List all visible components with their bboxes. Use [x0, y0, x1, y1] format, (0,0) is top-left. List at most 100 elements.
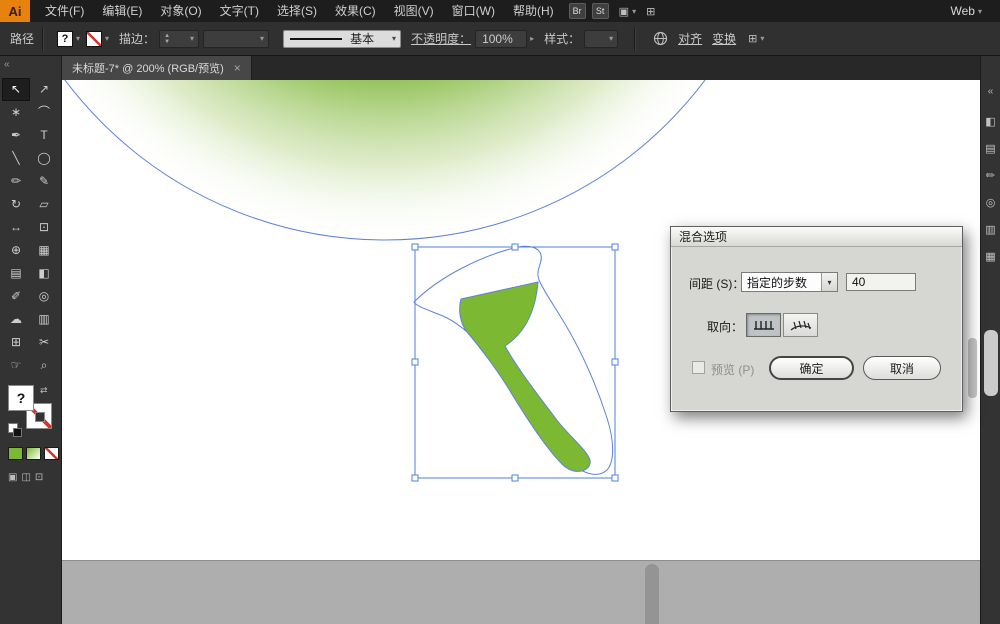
recolor-artwork-icon[interactable] [653, 31, 668, 46]
align-to-page-button[interactable] [746, 313, 781, 337]
zoom-tool[interactable]: ⌕ [30, 354, 58, 377]
width-tool[interactable]: ↔ [2, 216, 30, 239]
layers-panel-icon[interactable]: ▦ [985, 250, 995, 263]
fill-swatch[interactable]: ? [57, 31, 73, 47]
chevron-down-icon[interactable]: ▾ [760, 34, 764, 43]
menubar-item-window[interactable]: 窗口(W) [443, 0, 504, 22]
opacity-link[interactable]: 不透明度： [411, 30, 471, 47]
swatches-panel-icon[interactable]: ▤ [985, 142, 995, 155]
direct-selection-tool[interactable]: ↗ [30, 78, 58, 101]
chevron-down-icon[interactable]: ▾ [632, 7, 636, 16]
magic-wand-tool[interactable]: ∗ [2, 101, 30, 124]
default-fill-stroke-icon[interactable] [8, 423, 18, 433]
selection-handle[interactable] [512, 244, 518, 250]
brushes-panel-icon[interactable]: ✏ [986, 169, 995, 182]
artboard-tool[interactable]: ⊞ [2, 331, 30, 354]
lasso-tool[interactable]: ⌒ [30, 101, 58, 124]
stroke-panel-icon[interactable]: ▥ [985, 223, 995, 236]
transform-link[interactable]: 变换 [712, 30, 736, 47]
selection-handle[interactable] [612, 475, 618, 481]
draw-behind-icon[interactable]: ◫ [21, 472, 30, 483]
eyedropper-tool[interactable]: ✐ [2, 285, 30, 308]
steps-input[interactable] [846, 273, 916, 291]
style-combo[interactable]: ▾ [584, 30, 618, 48]
selection-handle[interactable] [612, 359, 618, 365]
bridge-button[interactable]: Br [569, 3, 586, 19]
fill-color-picker[interactable]: ? ▾ [57, 31, 80, 47]
document-layout-icon[interactable]: ⊞ [646, 5, 655, 18]
close-icon[interactable]: × [234, 61, 241, 75]
ok-button[interactable]: 确定 [769, 356, 854, 380]
ellipse-tool[interactable]: ◯ [30, 147, 58, 170]
control-panel-menu-icon[interactable]: ⊞ [748, 32, 757, 45]
blend-options-dialog: 混合选项 间距 (S)： 指定的步数 ▾ 取向： 预览 (P) 确定 取消 [670, 226, 963, 412]
hand-tool[interactable]: ☞ [2, 354, 30, 377]
symbols-panel-icon[interactable]: ◎ [986, 196, 996, 209]
stroke-weight-combo[interactable]: ▲▼ ▾ [159, 30, 199, 48]
menubar-item-edit[interactable]: 编辑(E) [93, 0, 151, 22]
draw-inside-icon[interactable]: ⊡ [35, 472, 43, 483]
selection-handle[interactable] [412, 475, 418, 481]
line-segment-tool[interactable]: ╲ [2, 147, 30, 170]
stroke-color-picker[interactable]: ▾ [86, 31, 109, 47]
gradient-button[interactable] [26, 447, 41, 460]
expand-panels-icon[interactable]: « [981, 56, 1000, 97]
rotate-tool[interactable]: ↻ [2, 193, 30, 216]
type-tool[interactable]: T [30, 124, 58, 147]
slice-tool[interactable]: ✂ [30, 331, 58, 354]
workspace-switcher[interactable]: Web ▾ [951, 4, 982, 18]
menubar-item-view[interactable]: 视图(V) [385, 0, 443, 22]
dock-scroll-indicator[interactable] [984, 330, 998, 396]
arrange-documents-icon[interactable]: ▣ [619, 5, 629, 18]
fill-unknown-swatch[interactable]: ? [8, 385, 34, 411]
cancel-button[interactable]: 取消 [863, 356, 941, 380]
pasteboard [62, 560, 980, 624]
stroke-swatch-none[interactable] [86, 31, 102, 47]
color-button[interactable] [8, 447, 23, 460]
selection-handle[interactable] [512, 475, 518, 481]
chevron-down-icon[interactable]: ▾ [821, 273, 837, 291]
opacity-combo[interactable]: 100% [475, 30, 527, 48]
swap-fill-stroke-icon[interactable]: ⇄ [40, 385, 48, 396]
menubar-item-help[interactable]: 帮助(H) [504, 0, 563, 22]
selection-handle[interactable] [412, 244, 418, 250]
stock-button[interactable]: St [592, 3, 609, 19]
menubar-item-file[interactable]: 文件(F) [36, 0, 93, 22]
spacing-select[interactable]: 指定的步数 ▾ [741, 272, 838, 292]
dialog-titlebar[interactable]: 混合选项 [671, 227, 962, 247]
none-button[interactable] [44, 447, 59, 460]
document-tab[interactable]: 未标题-7* @ 200% (RGB/预览) × [62, 56, 252, 80]
preview-checkbox[interactable] [692, 361, 705, 374]
pen-tool[interactable]: ✒ [2, 124, 30, 147]
gradient-circle-path[interactable] [62, 80, 785, 240]
pencil-tool[interactable]: ✎ [30, 170, 58, 193]
selection-handle[interactable] [412, 359, 418, 365]
menubar-item-type[interactable]: 文字(T) [211, 0, 268, 22]
selection-tool[interactable]: ↖ [2, 78, 30, 101]
align-to-path-button[interactable] [783, 313, 818, 337]
width-profile-combo[interactable]: 基本 ▾ [283, 30, 401, 48]
free-transform-tool[interactable]: ⊡ [30, 216, 58, 239]
chevron-right-icon[interactable]: ▸ [530, 34, 534, 43]
menubar-item-effect[interactable]: 效果(C) [326, 0, 385, 22]
align-link[interactable]: 对齐 [678, 30, 702, 47]
perspective-grid-tool[interactable]: ▦ [30, 239, 58, 262]
stepper-arrows-icon[interactable]: ▲▼ [164, 33, 170, 45]
vertical-scrollbar-thumb[interactable] [968, 338, 977, 398]
blend-tool[interactable]: ◎ [30, 285, 58, 308]
column-graph-tool[interactable]: ▥ [30, 308, 58, 331]
illustrator-logo[interactable]: Ai [0, 0, 30, 22]
collapse-panel-icon[interactable]: « [0, 56, 61, 78]
brush-definition-combo[interactable]: ▾ [203, 30, 269, 48]
mesh-tool[interactable]: ▤ [2, 262, 30, 285]
menubar-item-select[interactable]: 选择(S) [268, 0, 326, 22]
draw-normal-icon[interactable]: ▣ [8, 472, 17, 483]
gradient-tool[interactable]: ◧ [30, 262, 58, 285]
paintbrush-tool[interactable]: ✏ [2, 170, 30, 193]
shape-builder-tool[interactable]: ⊕ [2, 239, 30, 262]
symbol-sprayer-tool[interactable]: ☁ [2, 308, 30, 331]
color-panel-icon[interactable]: ◧ [985, 115, 995, 128]
selection-handle[interactable] [612, 244, 618, 250]
menubar-item-object[interactable]: 对象(O) [151, 0, 210, 22]
scale-tool[interactable]: ▱ [30, 193, 58, 216]
